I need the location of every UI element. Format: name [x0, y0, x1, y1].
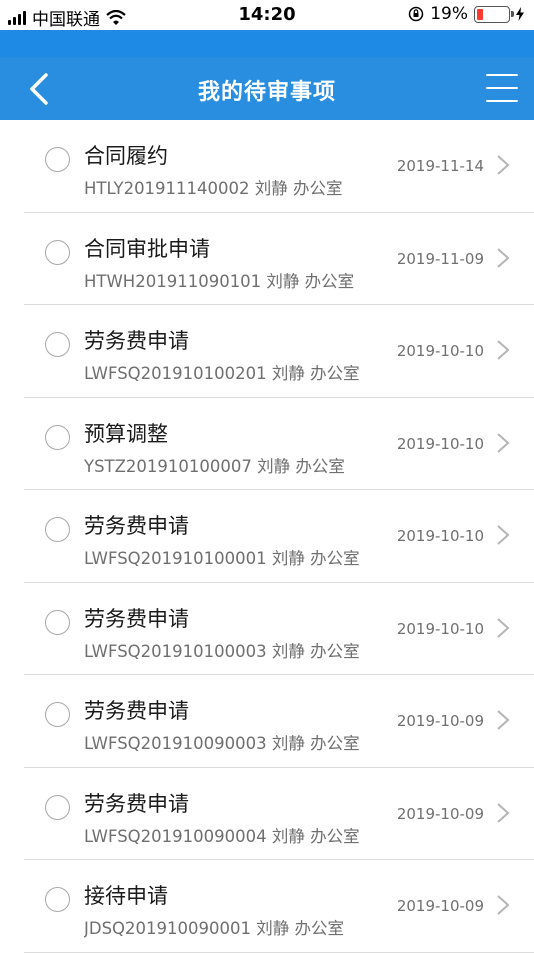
item-subtitle: LWFSQ201910090004 刘静 办公室 [84, 826, 360, 846]
item-subtitle: LWFSQ201910090003 刘静 办公室 [84, 734, 360, 753]
item-title: 劳务费申请 [84, 606, 189, 631]
list-item[interactable]: 劳务费申请 LWFSQ201910090003 刘静 办公室 2019-10-0… [0, 675, 534, 768]
item-title: 接待申请 [84, 884, 168, 908]
item-date: 2019-11-09 [396, 249, 484, 268]
chevron-right-icon [497, 432, 510, 453]
item-subtitle: LWFSQ201910100201 刘静 办公室 [84, 364, 360, 383]
charging-icon [516, 7, 524, 21]
list-item[interactable]: 劳务费申请 LWFSQ201910100201 刘静 办公室 2019-10-1… [0, 305, 534, 398]
orientation-lock-icon [408, 6, 424, 22]
item-date: 2019-10-09 [396, 897, 484, 915]
select-radio[interactable] [45, 702, 70, 727]
select-radio[interactable] [45, 239, 70, 265]
item-title: 合同履约 [84, 144, 168, 168]
select-radio[interactable] [45, 887, 70, 912]
page-title: 我的待审事项 [197, 80, 336, 105]
list-item[interactable]: 劳务费申请 LWFSQ201910100003 刘静 办公室 2019-10-1… [0, 582, 534, 675]
item-date: 2019-10-10 [396, 342, 484, 360]
select-radio[interactable] [45, 517, 70, 542]
item-date: 2019-11-14 [396, 157, 484, 175]
list-item[interactable]: 劳务费申请 LWFSQ201910100001 刘静 办公室 2019-10-1… [0, 490, 534, 583]
select-radio[interactable] [45, 794, 70, 820]
pending-items-list: 合同履约 HTLY201911140002 刘静 办公室 2019-11-14 … [0, 120, 534, 953]
status-right: 19% [408, 4, 524, 24]
status-bar: 中国联通 14:20 19% [0, 0, 534, 30]
item-subtitle: LWFSQ201910100003 刘静 办公室 [84, 641, 360, 661]
item-title: 劳务费申请 [84, 699, 189, 723]
item-title: 劳务费申请 [84, 514, 189, 538]
list-item[interactable]: 劳务费申请 LWFSQ201910090004 刘静 办公室 2019-10-0… [0, 767, 534, 860]
item-date: 2019-10-10 [396, 619, 484, 638]
item-subtitle: LWFSQ201910100001 刘静 办公室 [84, 549, 360, 568]
select-radio[interactable] [45, 147, 70, 172]
item-date: 2019-10-09 [396, 804, 484, 823]
battery-icon [474, 5, 514, 23]
hamburger-menu-icon [486, 74, 518, 76]
list-item[interactable]: 接待申请 JDSQ201910090001 刘静 办公室 2019-10-09 [0, 860, 534, 953]
item-title: 劳务费申请 [84, 791, 189, 816]
select-radio[interactable] [45, 609, 70, 635]
chevron-right-icon [497, 895, 510, 915]
chevron-right-icon [497, 247, 510, 268]
chevron-right-icon [497, 710, 510, 730]
item-date: 2019-10-09 [396, 712, 484, 730]
item-date: 2019-10-10 [396, 434, 484, 453]
chevron-right-icon [497, 802, 510, 823]
chevron-right-icon [497, 525, 510, 545]
item-date: 2019-10-10 [396, 527, 484, 545]
item-title: 劳务费申请 [84, 329, 189, 353]
list-item[interactable]: 合同履约 HTLY201911140002 刘静 办公室 2019-11-14 [0, 120, 534, 213]
item-subtitle: HTLY201911140002 刘静 办公室 [84, 179, 343, 198]
battery-percent: 19% [430, 4, 468, 24]
chevron-right-icon [497, 617, 510, 638]
item-title: 合同审批申请 [84, 236, 210, 261]
select-radio[interactable] [45, 332, 70, 357]
menu-button[interactable] [486, 74, 518, 102]
select-radio[interactable] [45, 424, 70, 450]
item-subtitle: JDSQ201910090001 刘静 办公室 [84, 919, 344, 938]
chevron-right-icon [497, 340, 510, 360]
item-subtitle: HTWH201911090101 刘静 办公室 [84, 271, 355, 291]
nav-top-strip [0, 30, 534, 57]
battery-level [477, 8, 483, 20]
nav-bar: 我的待审事项 [0, 57, 534, 120]
item-title: 预算调整 [84, 421, 168, 446]
chevron-right-icon [497, 155, 510, 175]
list-item[interactable]: 合同审批申请 HTWH201911090101 刘静 办公室 2019-11-0… [0, 212, 534, 305]
list-item[interactable]: 预算调整 YSTZ201910100007 刘静 办公室 2019-10-10 [0, 397, 534, 490]
item-subtitle: YSTZ201910100007 刘静 办公室 [84, 456, 345, 476]
